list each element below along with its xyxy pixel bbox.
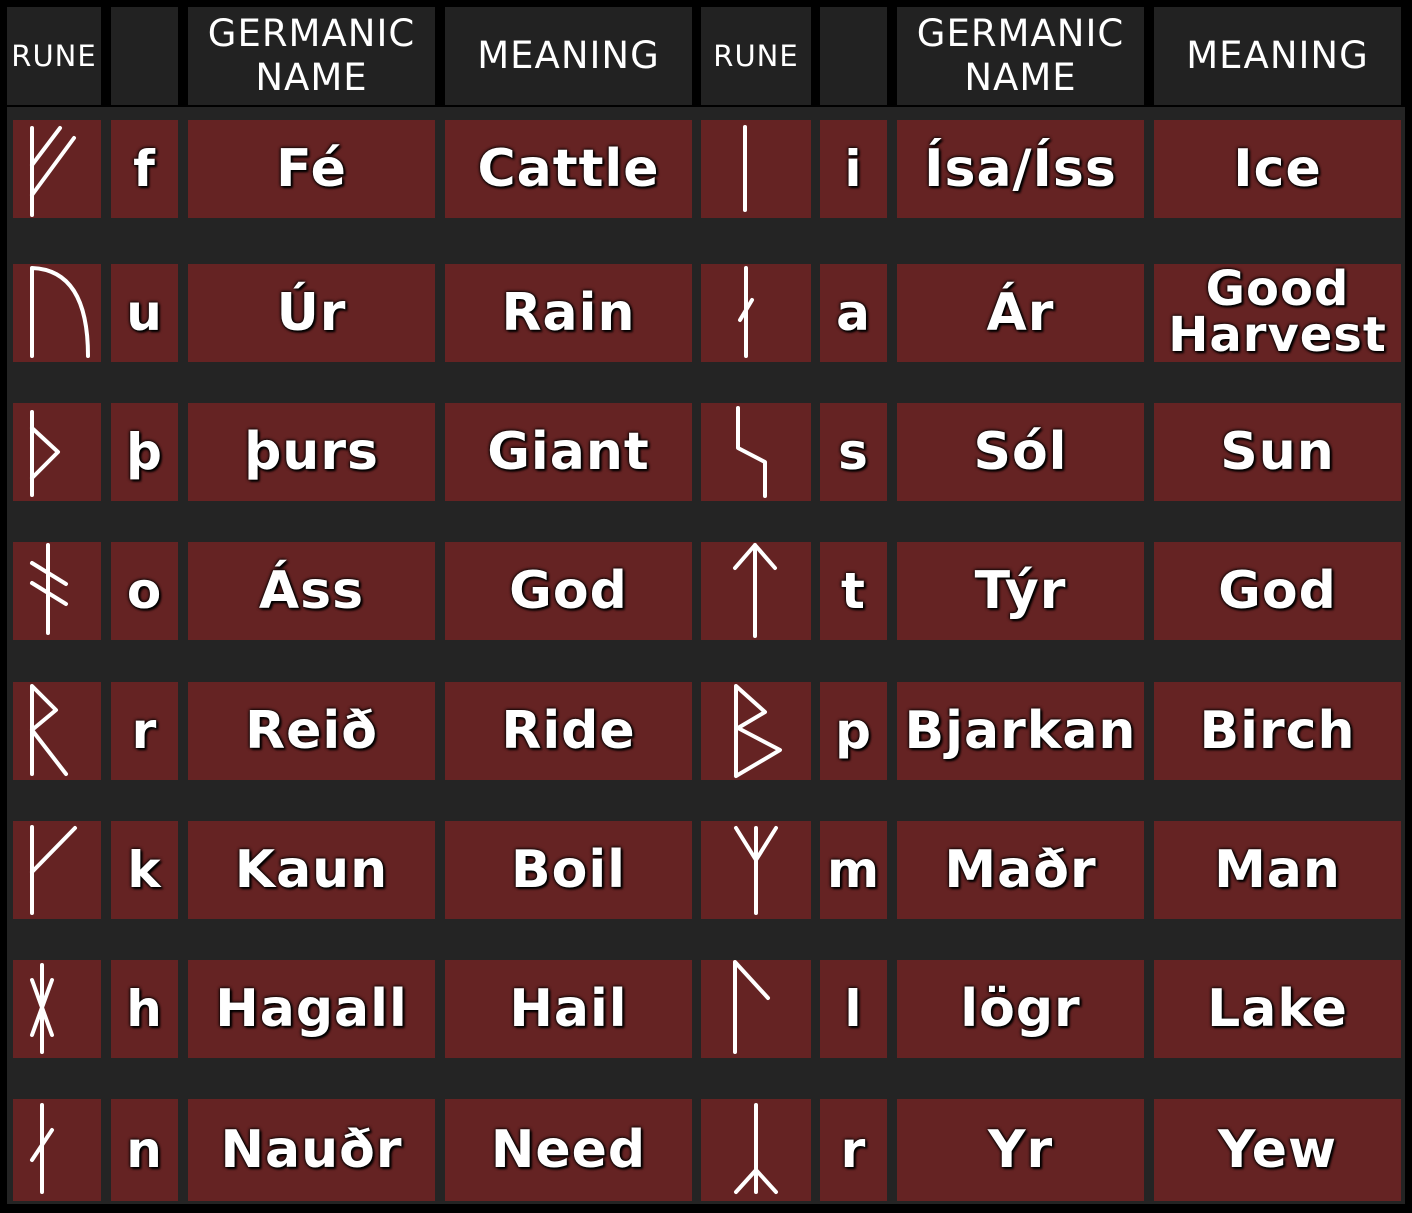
ar-rune-icon bbox=[738, 266, 754, 358]
naudr-rune-icon bbox=[30, 1103, 54, 1194]
yr-rune-icon bbox=[734, 1103, 778, 1194]
rune-glyphs bbox=[30, 125, 782, 1194]
madr-rune-icon bbox=[734, 826, 778, 915]
thurs-rune-icon bbox=[30, 410, 60, 497]
kaun-rune-icon bbox=[30, 825, 77, 915]
logr-rune-icon bbox=[733, 960, 770, 1054]
hagall-rune-icon bbox=[30, 963, 54, 1054]
sol-rune-icon bbox=[736, 406, 767, 498]
rune-table: RUNE GERMANIC NAME MEANING RUNE GERMANIC… bbox=[0, 0, 1412, 1213]
ass-rune-icon bbox=[30, 543, 68, 635]
bjarkan-rune-icon bbox=[734, 684, 782, 778]
fe-rune-icon bbox=[30, 126, 76, 217]
tyr-rune-icon bbox=[733, 543, 777, 638]
reid-rune-icon bbox=[30, 684, 68, 776]
ur-rune-icon bbox=[30, 266, 90, 358]
